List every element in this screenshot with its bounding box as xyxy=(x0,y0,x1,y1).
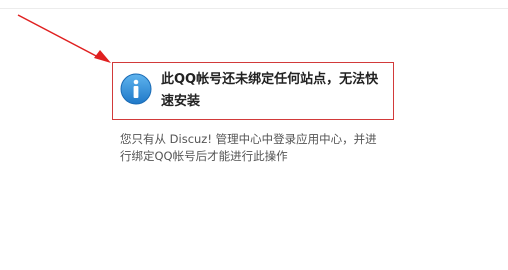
notice-box: 此QQ帐号还未绑定任何站点，无法快速安装 xyxy=(112,62,394,120)
notice-title: 此QQ帐号还未绑定任何站点，无法快速安装 xyxy=(161,72,379,109)
info-icon xyxy=(120,73,152,105)
header-divider xyxy=(0,8,508,9)
notice-description: 您只有从 Discuz! 管理中心中登录应用中心，并进行绑定QQ帐号后才能进行此… xyxy=(120,132,377,163)
